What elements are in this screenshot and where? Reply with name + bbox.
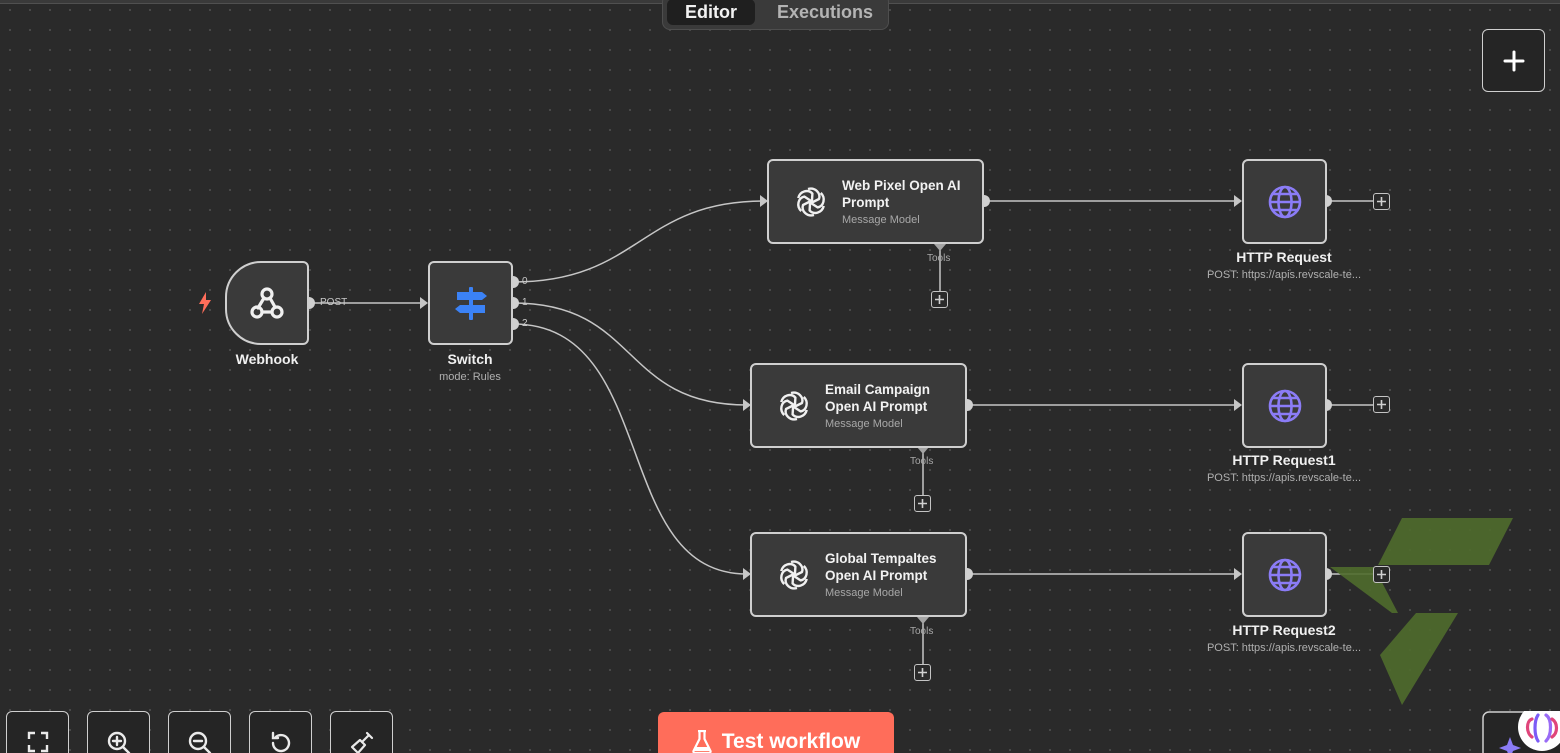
switch-subtitle: mode: Rules [439, 371, 501, 383]
zoom-out-button[interactable] [168, 711, 231, 753]
ai-node-subtitle: Message Model [825, 418, 903, 430]
reset-zoom-icon [271, 731, 290, 753]
plus-icon [918, 499, 927, 508]
zoom-in-icon [107, 731, 130, 753]
ai-node-title-line2: Prompt [842, 195, 890, 210]
zoom-in-button[interactable] [87, 711, 150, 753]
ai-node-subtitle: Message Model [825, 587, 903, 599]
plus-icon [1377, 400, 1386, 409]
http-request2-node[interactable] [1242, 532, 1327, 617]
connection-switch-2 [512, 323, 748, 575]
ai-node-subtitle: Message Model [842, 214, 920, 226]
webhook-label: Webhook [235, 351, 299, 367]
connection-switch-1 [512, 302, 748, 406]
flask-icon [692, 730, 712, 753]
lightning-icon [199, 292, 211, 314]
switch-label: Switch [447, 351, 493, 367]
openai-icon [780, 560, 808, 590]
brand-watermark-logo [1330, 518, 1513, 705]
add-tool-button[interactable] [931, 291, 948, 308]
add-tool-button[interactable] [914, 495, 931, 512]
fit-view-icon [27, 731, 48, 753]
openai-icon [780, 391, 808, 421]
webhook-icon [250, 287, 284, 319]
globe-icon [1268, 185, 1301, 218]
ai-node-title-line2: Open AI Prompt [825, 399, 928, 414]
switch-output-0: 0 [522, 276, 528, 287]
http-request2-subtitle: POST: https://apis.revscale-te... [1206, 642, 1362, 654]
tidy-up-icon [350, 731, 373, 753]
ai-node-title-line1: Global Tempaltes [825, 551, 937, 566]
webhook-node[interactable] [225, 261, 309, 345]
switch-output-1: 1 [522, 297, 528, 308]
test-workflow-button[interactable]: Test workflow [658, 712, 894, 753]
switch-node[interactable] [428, 261, 513, 345]
http-request2-label: HTTP Request2 [1232, 622, 1336, 638]
ai-node-web-pixel[interactable]: Web Pixel Open AI Prompt Message Model [767, 159, 984, 244]
tools-label: Tools [927, 253, 951, 264]
http-request1-subtitle: POST: https://apis.revscale-te... [1206, 472, 1362, 484]
webhook-output-label: POST [320, 297, 348, 308]
plus-icon [1377, 570, 1386, 579]
openai-icon [797, 187, 825, 217]
tools-label: Tools [910, 456, 934, 467]
plus-icon [935, 295, 944, 304]
add-tool-button[interactable] [914, 664, 931, 681]
tidy-up-button[interactable] [330, 711, 393, 753]
signpost-icon [454, 287, 487, 320]
http-request1-node[interactable] [1242, 363, 1327, 448]
test-workflow-label: Test workflow [721, 730, 861, 753]
ai-node-global-templates[interactable]: Global Tempaltes Open AI Prompt Message … [750, 532, 967, 617]
http-request-subtitle: POST: https://apis.revscale-te... [1206, 269, 1362, 281]
http-request-node[interactable] [1242, 159, 1327, 244]
tools-label: Tools [910, 626, 934, 637]
reset-zoom-button[interactable] [249, 711, 312, 753]
ai-node-title-line1: Web Pixel Open AI [842, 178, 961, 193]
globe-icon [1268, 558, 1301, 591]
http-request-label: HTTP Request [1236, 249, 1332, 265]
plus-icon [918, 668, 927, 677]
fit-view-button[interactable] [6, 711, 69, 753]
switch-output-2: 2 [522, 318, 528, 329]
add-next-node-button[interactable] [1373, 396, 1390, 413]
ai-assistant-button[interactable] [1482, 711, 1560, 753]
add-next-node-button[interactable] [1373, 566, 1390, 583]
zoom-out-icon [188, 731, 211, 753]
http-request1-label: HTTP Request1 [1232, 452, 1336, 468]
globe-icon [1268, 389, 1301, 422]
ai-node-title-line1: Email Campaign [825, 382, 931, 397]
add-next-node-button[interactable] [1373, 193, 1390, 210]
ai-node-title-line2: Open AI Prompt [825, 568, 928, 583]
ai-node-email-campaign[interactable]: Email Campaign Open AI Prompt Message Mo… [750, 363, 967, 448]
connection-switch-0 [512, 200, 765, 283]
plus-icon [1377, 197, 1386, 206]
